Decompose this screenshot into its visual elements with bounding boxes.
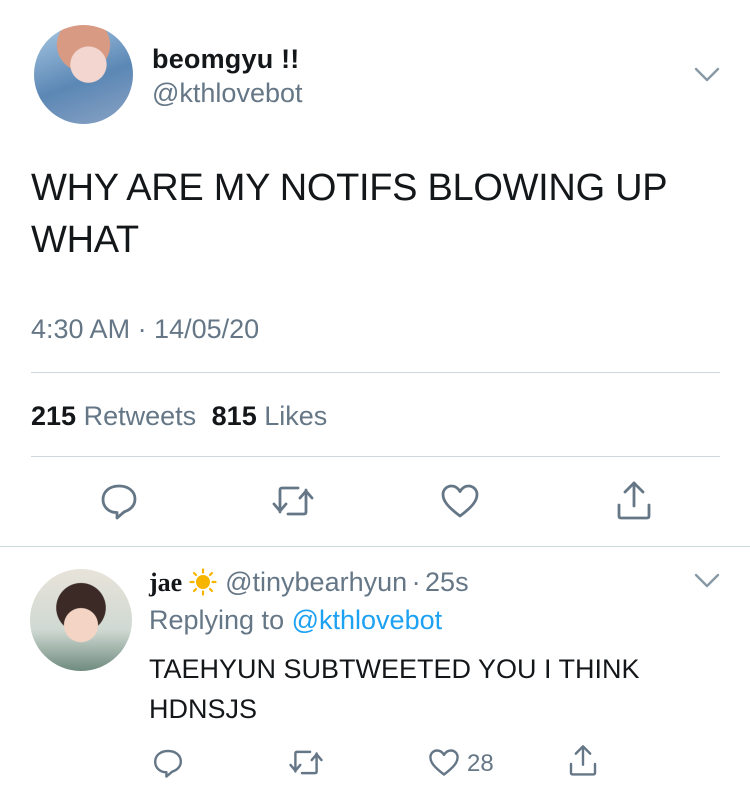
retweets-label[interactable]: Retweets xyxy=(84,401,197,431)
likes-count[interactable]: 815 xyxy=(212,401,257,431)
reply-icon[interactable] xyxy=(99,481,139,521)
reply-author-handle[interactable]: @tinybearhyun xyxy=(225,567,407,597)
reply-author-name[interactable]: jae xyxy=(149,568,182,597)
author-avatar[interactable] xyxy=(34,25,133,124)
author-handle[interactable]: @kthlovebot xyxy=(152,78,303,109)
tweet-stats: 215 Retweets 815 Likes xyxy=(31,401,327,432)
tweet-text: WHY ARE MY NOTIFS BLOWING UP WHAT xyxy=(31,167,667,261)
divider xyxy=(0,546,750,547)
reply-header: jae @tinybearhyun · 25s xyxy=(149,567,469,598)
reply-text: TAEHYUN SUBTWEETED YOU I THINK HDNSJS xyxy=(149,654,640,724)
sun-icon xyxy=(189,568,217,596)
replying-to: Replying to @kthlovebot xyxy=(149,605,442,636)
like-count[interactable]: 28 xyxy=(467,750,494,778)
chevron-down-icon[interactable] xyxy=(694,573,720,589)
author-name[interactable]: beomgyu !! xyxy=(152,44,300,75)
replying-handle-link[interactable]: @kthlovebot xyxy=(292,605,443,635)
reply-age[interactable]: 25s xyxy=(425,567,469,597)
replying-prefix: Replying to xyxy=(149,605,285,635)
retweet-icon[interactable] xyxy=(271,482,315,520)
heart-icon[interactable] xyxy=(440,483,480,519)
likes-label[interactable]: Likes xyxy=(264,401,327,431)
divider xyxy=(31,456,720,457)
retweet-icon[interactable] xyxy=(288,747,324,778)
separator-dot: · xyxy=(411,567,421,597)
tweet-timestamp[interactable]: 4:30 AM · 14/05/20 xyxy=(31,314,259,345)
chevron-down-icon[interactable] xyxy=(694,67,720,83)
reply-icon[interactable] xyxy=(152,747,184,779)
retweets-count[interactable]: 215 xyxy=(31,401,76,431)
divider xyxy=(31,372,720,373)
heart-icon[interactable] xyxy=(428,748,460,777)
share-icon[interactable] xyxy=(614,479,654,521)
share-icon[interactable] xyxy=(567,743,599,777)
reply-author-avatar[interactable] xyxy=(30,569,132,671)
